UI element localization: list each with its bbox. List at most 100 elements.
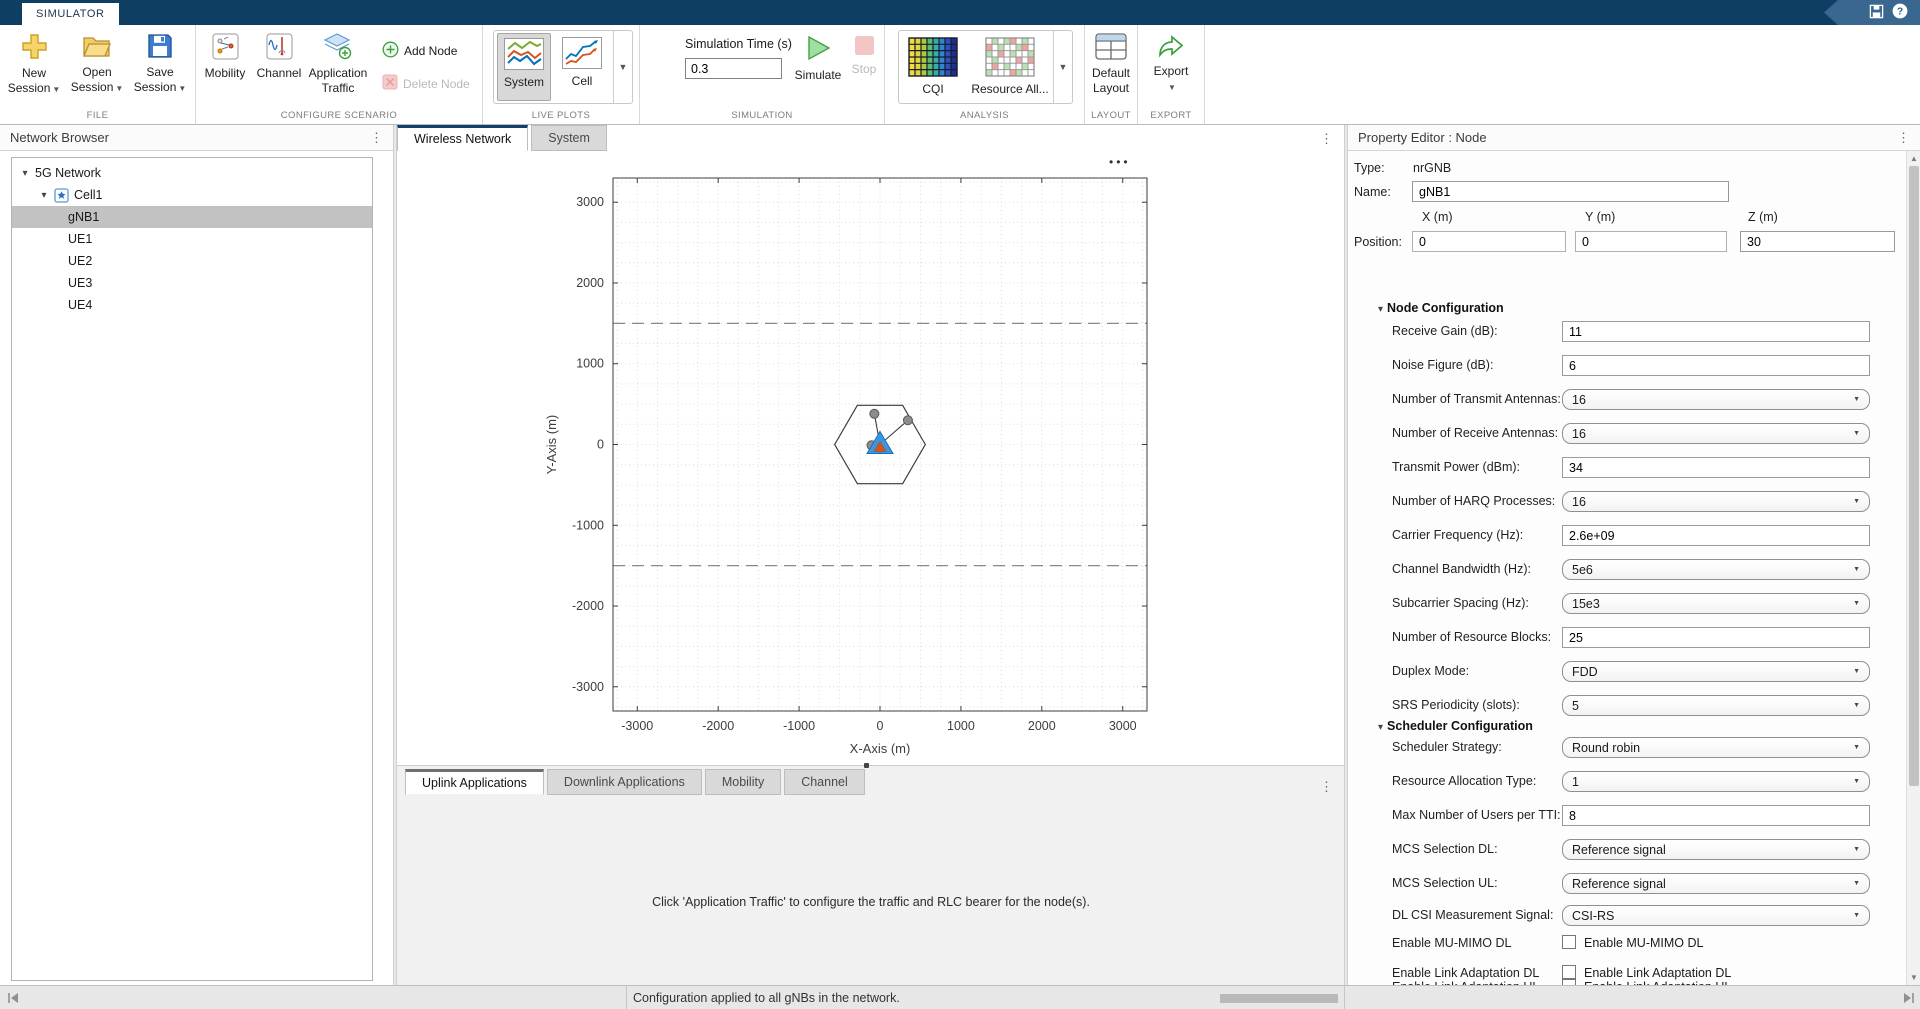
collapse-right-icon[interactable] [1902,992,1916,1007]
system-plot-icon [504,38,544,73]
property-row-scheduler-strategy: Scheduler Strategy:Round robin▼ [1348,737,1906,759]
network-view-panel: Wireless Network System ⋮ ••• -3000-2000… [397,125,1345,985]
scheduler-strategy-dropdown[interactable]: Round robin▼ [1562,737,1870,758]
mobility-button[interactable]: Mobility [198,30,252,110]
link-adaptation-dl-checkbox[interactable] [1562,965,1576,979]
analysis-gallery: CQI Resource All... ▼ [898,30,1073,104]
position-headers-row: X (m) Y (m) Z (m) [1348,207,1906,229]
tree-item-ue1[interactable]: UE1 [12,228,372,250]
system-plot-button[interactable]: System [497,33,551,101]
scheduler-configuration-header[interactable]: ▾Scheduler Configuration [1378,719,1533,733]
node-configuration-header[interactable]: ▾Node Configuration [1378,301,1504,315]
help-icon[interactable]: ? [1892,3,1908,22]
position-z-input[interactable] [1740,231,1895,252]
duplex-mode-dropdown[interactable]: FDD▼ [1562,661,1870,682]
tx-antennas-dropdown[interactable]: 16▼ [1562,389,1870,410]
add-node-icon [382,41,399,61]
svg-text:2000: 2000 [1028,719,1056,733]
tab-uplink-applications[interactable]: Uplink Applications [405,769,544,795]
cqi-button[interactable]: CQI [902,33,964,101]
panel-menu-icon[interactable]: ⋮ [1320,131,1333,147]
channel-bandwidth-dropdown[interactable]: 5e6▼ [1562,559,1870,580]
new-session-button[interactable]: New Session▼ [4,30,64,110]
resource-allocation-type-dropdown[interactable]: 1▼ [1562,771,1870,792]
max-users-tti-input[interactable] [1562,805,1870,826]
panel-menu-icon[interactable]: ⋮ [1897,130,1910,146]
tree-item-5g-network[interactable]: ▾ 5G Network [12,162,372,184]
chevron-down-icon: ▼ [619,62,628,72]
property-row-noise-figure: Noise Figure (dB): [1348,355,1906,377]
horizontal-scrollbar-thumb[interactable] [1220,994,1338,1003]
open-session-button[interactable]: Open Session▼ [67,30,127,110]
scrollbar-thumb[interactable] [1909,166,1919,786]
chevron-down-icon: ▼ [1853,702,1860,709]
tree-item-ue3[interactable]: UE3 [12,272,372,294]
title-bar: SIMULATOR ? [0,0,1920,25]
cell-star-icon [54,188,69,203]
ribbon-section-file: New Session▼ Open Session▼ Save Session▼… [0,25,196,124]
chevron-down-icon: ▼ [1853,744,1860,751]
tab-system[interactable]: System [531,125,607,151]
collapse-left-icon[interactable] [6,992,20,1007]
receive-gain-input[interactable] [1562,321,1870,342]
add-node-button[interactable]: Add Node [382,41,457,61]
srs-periodicity-dropdown[interactable]: 5▼ [1562,695,1870,716]
property-row-transmit-power: Transmit Power (dBm): [1348,457,1906,479]
channel-button[interactable]: Channel [253,30,305,110]
collapse-arrow-icon[interactable]: ▾ [19,168,31,179]
network-tree: ▾ 5G Network ▾ Cell1 gNB1 UE1 UE2 UE3 UE… [11,157,373,981]
rx-antennas-dropdown[interactable]: 16▼ [1562,423,1870,444]
default-layout-button[interactable]: Default Layout [1082,30,1140,110]
name-input[interactable] [1412,181,1729,202]
chevron-down-icon: ▼ [1853,566,1860,573]
harq-dropdown[interactable]: 16▼ [1562,491,1870,512]
ribbon-section-configure-scenario: Mobility Channel Application Traffic Add… [196,25,483,124]
application-traffic-button[interactable]: Application Traffic [306,30,370,110]
panel-menu-icon[interactable]: ⋮ [1320,779,1333,795]
position-x-input[interactable] [1412,231,1566,252]
transmit-power-input[interactable] [1562,457,1870,478]
save-session-button[interactable]: Save Session▼ [130,30,190,110]
carrier-frequency-input[interactable] [1562,525,1870,546]
tree-item-ue4[interactable]: UE4 [12,294,372,316]
mcs-selection-ul-dropdown[interactable]: Reference signal▼ [1562,873,1870,894]
gallery-expand-button[interactable]: ▼ [1053,31,1072,103]
svg-text:Y-Axis (m): Y-Axis (m) [544,415,559,474]
statusbar-divider [626,986,627,1009]
collapse-arrow-icon[interactable]: ▾ [38,190,50,201]
mcs-selection-dl-dropdown[interactable]: Reference signal▼ [1562,839,1870,860]
simulation-time-input[interactable] [685,58,782,79]
property-editor-scrollbar[interactable]: ▲ ▼ [1906,151,1920,985]
tab-simulator[interactable]: SIMULATOR [22,3,119,25]
position-y-input[interactable] [1575,231,1727,252]
cell-plot-button[interactable]: Cell [555,33,609,101]
tab-mobility[interactable]: Mobility [705,769,781,795]
property-row-resource-blocks: Number of Resource Blocks: [1348,627,1906,649]
section-label-layout: LAYOUT [1085,110,1137,121]
tree-item-gnb1[interactable]: gNB1 [12,206,372,228]
svg-text:?: ? [1897,7,1903,18]
quick-access-toolbar: ? [1824,0,1920,25]
tree-item-cell1[interactable]: ▾ Cell1 [12,184,372,206]
resource-blocks-input[interactable] [1562,627,1870,648]
gallery-expand-button[interactable]: ▼ [613,31,632,103]
noise-figure-input[interactable] [1562,355,1870,376]
scroll-down-icon[interactable]: ▼ [1907,973,1920,982]
save-icon[interactable] [1869,4,1884,22]
panel-menu-icon[interactable]: ⋮ [370,130,383,146]
splitter-handle[interactable] [864,763,869,768]
subcarrier-spacing-dropdown[interactable]: 15e3▼ [1562,593,1870,614]
mu-mimo-dl-checkbox[interactable] [1562,935,1576,949]
tree-item-ue2[interactable]: UE2 [12,250,372,272]
resource-allocation-button[interactable]: Resource All... [967,33,1053,101]
svg-text:-3000: -3000 [621,719,653,733]
tab-downlink-applications[interactable]: Downlink Applications [547,769,702,795]
tab-wireless-network[interactable]: Wireless Network [397,125,528,151]
scroll-up-icon[interactable]: ▲ [1907,154,1920,163]
export-button[interactable]: Export▼ [1142,30,1200,110]
dl-csi-signal-dropdown[interactable]: CSI-RS▼ [1562,905,1870,926]
tab-channel[interactable]: Channel [784,769,865,795]
network-browser-panel: Network Browser ⋮ ▾ 5G Network ▾ Cell1 g… [0,125,393,985]
svg-text:X-Axis (m): X-Axis (m) [850,741,911,756]
property-row-carrier-frequency: Carrier Frequency (Hz): [1348,525,1906,547]
